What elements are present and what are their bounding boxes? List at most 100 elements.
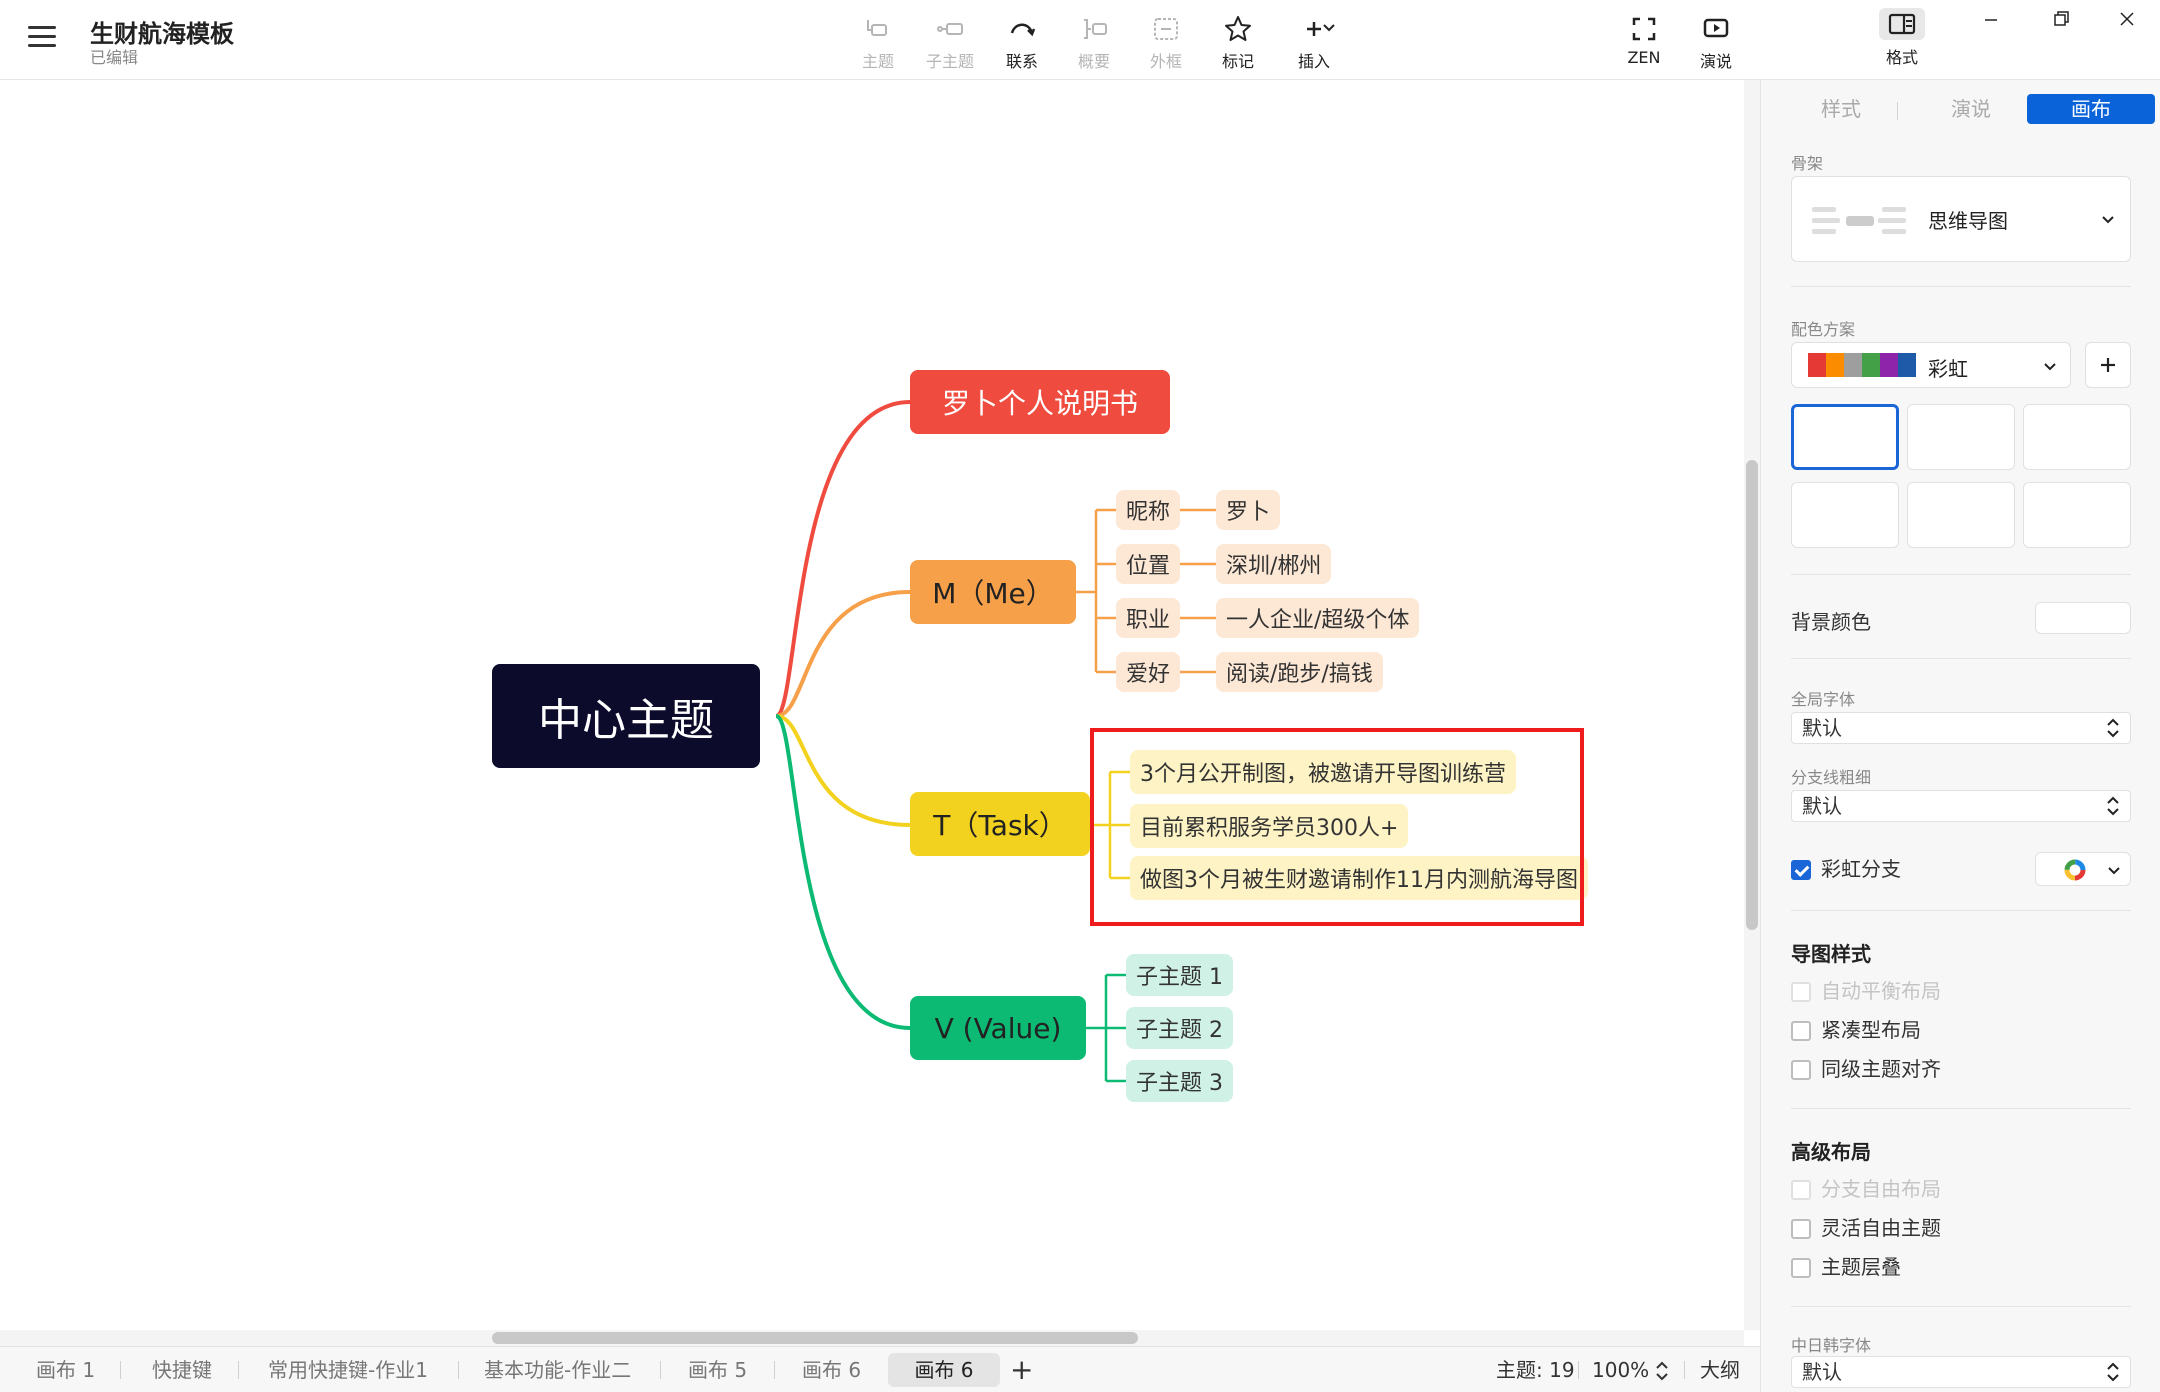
rainbow-color-select[interactable] bbox=[2035, 852, 2131, 886]
insert-button[interactable]: 插入 bbox=[1276, 10, 1352, 72]
subtopic-job-value[interactable]: 一人企业/超级个体 bbox=[1216, 598, 1420, 638]
topic-button[interactable]: 主题 bbox=[840, 10, 916, 72]
add-color-scheme-button[interactable] bbox=[2085, 342, 2131, 388]
branch-width-label: 分支线粗细 bbox=[1791, 768, 1872, 787]
subtopic-icon bbox=[937, 23, 963, 35]
zen-button[interactable]: ZEN bbox=[1606, 10, 1682, 72]
subtopic-location[interactable]: 位置 bbox=[1116, 544, 1181, 584]
sheet-tab-2[interactable]: 快捷键 bbox=[140, 1353, 224, 1387]
branch-line-red bbox=[775, 400, 911, 718]
subtopic-hobby-value[interactable]: 阅读/跑步/搞钱 bbox=[1216, 652, 1383, 692]
boundary-button[interactable]: 外框 bbox=[1128, 10, 1204, 72]
rainbow-branch-checkbox[interactable]: 彩虹分支 bbox=[1791, 856, 1901, 882]
subtopic-value-2[interactable]: 子主题 2 bbox=[1126, 1007, 1233, 1049]
branch-line-orange bbox=[775, 590, 911, 718]
relationship-button[interactable]: 联系 bbox=[984, 10, 1060, 72]
theme-thumb-2[interactable] bbox=[1907, 404, 2015, 470]
flexible-topic-checkbox[interactable]: 灵活自由主题 bbox=[1791, 1215, 1941, 1241]
theme-thumb-5[interactable] bbox=[1907, 482, 2015, 548]
tab-canvas[interactable]: 画布 bbox=[2027, 94, 2155, 124]
theme-thumb-3[interactable] bbox=[2023, 404, 2131, 470]
horizontal-scrollbar[interactable] bbox=[0, 1330, 1744, 1346]
minimize-button[interactable] bbox=[1968, 6, 2014, 34]
branch-line-green bbox=[775, 714, 911, 1030]
restore-button[interactable] bbox=[2038, 6, 2084, 34]
subtopic-nickname[interactable]: 昵称 bbox=[1116, 490, 1181, 530]
add-sheet-icon[interactable]: + bbox=[1010, 1353, 1033, 1387]
branch-topic-task[interactable]: T（Task） bbox=[910, 792, 1090, 856]
subtopic-value-3[interactable]: 子主题 3 bbox=[1126, 1060, 1233, 1102]
color-scheme-select[interactable]: 彩虹 bbox=[1791, 342, 2071, 388]
outline-toggle[interactable]: 大纲 bbox=[1700, 1353, 1740, 1387]
cjk-font-select[interactable]: 默认 bbox=[1791, 1356, 2131, 1388]
free-branch-checkbox[interactable]: 分支自由布局 bbox=[1791, 1176, 1941, 1202]
summary-icon bbox=[1084, 19, 1107, 39]
topic-overlap-checkbox[interactable]: 主题层叠 bbox=[1791, 1254, 1901, 1280]
sheet-tab-7-active[interactable]: 画布 6 bbox=[888, 1353, 1000, 1387]
vertical-scroll-thumb[interactable] bbox=[1746, 460, 1758, 930]
background-color-swatch[interactable] bbox=[2035, 602, 2131, 634]
tab-present[interactable]: 演说 bbox=[1911, 94, 2031, 124]
present-button-label: 演说 bbox=[1699, 52, 1732, 71]
subtopic-hobby[interactable]: 爱好 bbox=[1116, 652, 1181, 692]
format-panel-button[interactable]: 格式 bbox=[1866, 8, 1938, 70]
tab-style[interactable]: 样式 bbox=[1791, 94, 1891, 124]
sheet-tab-4[interactable]: 基本功能-作业二 bbox=[472, 1353, 643, 1387]
v-connector bbox=[1086, 973, 1126, 1083]
compact-layout-checkbox[interactable]: 紧凑型布局 bbox=[1791, 1017, 1921, 1043]
background-color-label: 背景颜色 bbox=[1791, 610, 1871, 634]
subtopic-value-1[interactable]: 子主题 1 bbox=[1126, 954, 1233, 996]
branch-topic-intro[interactable]: 罗卜个人说明书 bbox=[910, 370, 1170, 434]
sheet-tab-1[interactable]: 画布 1 bbox=[24, 1353, 107, 1387]
zoom-level[interactable]: 100% bbox=[1592, 1353, 1649, 1387]
present-icon bbox=[1703, 18, 1729, 38]
branch-topic-value[interactable]: V (Value) bbox=[910, 996, 1086, 1060]
chevron-down-icon bbox=[2044, 363, 2056, 371]
subtopic-button[interactable]: 子主题 bbox=[912, 10, 988, 72]
present-button[interactable]: 演说 bbox=[1678, 10, 1754, 72]
flexible-topic-label: 灵活自由主题 bbox=[1821, 1216, 1941, 1240]
fullscreen-icon bbox=[1632, 17, 1656, 41]
chevron-down-icon[interactable] bbox=[1320, 18, 1338, 36]
marker-button[interactable]: 标记 bbox=[1200, 10, 1276, 72]
subtopic-nickname-value[interactable]: 罗卜 bbox=[1216, 490, 1281, 530]
zoom-stepper-icon[interactable] bbox=[1654, 1359, 1670, 1383]
chevron-down-icon bbox=[2102, 216, 2114, 224]
checkbox-checked[interactable] bbox=[1791, 860, 1811, 880]
mindmap-canvas[interactable]: 中心主题 罗卜个人说明书 M（Me） T（Task） V (Value) 昵称 … bbox=[0, 80, 1744, 1330]
color-wheel-icon bbox=[2064, 859, 2086, 881]
sheet-tab-5[interactable]: 画布 5 bbox=[676, 1353, 759, 1387]
central-topic[interactable]: 中心主题 bbox=[492, 664, 760, 768]
panel-icon bbox=[1879, 8, 1925, 40]
rainbow-branch-label: 彩虹分支 bbox=[1821, 857, 1901, 881]
restore-icon bbox=[2054, 11, 2069, 26]
summary-button[interactable]: 概要 bbox=[1056, 10, 1132, 72]
marker-button-label: 标记 bbox=[1221, 52, 1254, 71]
align-siblings-checkbox[interactable]: 同级主题对齐 bbox=[1791, 1056, 1941, 1082]
subtopic-location-value[interactable]: 深圳/郴州 bbox=[1216, 544, 1332, 584]
theme-thumb-1[interactable] bbox=[1791, 404, 1899, 470]
theme-thumb-6[interactable] bbox=[2023, 482, 2131, 548]
sheet-tab-3[interactable]: 常用快捷键-作业1 bbox=[256, 1353, 440, 1387]
color-scheme-value: 彩虹 bbox=[1928, 357, 1968, 381]
branch-width-select[interactable]: 默认 bbox=[1791, 790, 2131, 822]
sheet-tab-bar: 画布 1 快捷键 常用快捷键-作业1 基本功能-作业二 画布 5 画布 6 画布… bbox=[0, 1346, 1760, 1392]
horizontal-scroll-thumb[interactable] bbox=[492, 1332, 1138, 1344]
skeleton-select[interactable]: 思维导图 bbox=[1791, 176, 2131, 262]
theme-thumb-4[interactable] bbox=[1791, 482, 1899, 548]
boundary-button-label: 外框 bbox=[1149, 52, 1182, 71]
sheet-tab-6[interactable]: 画布 6 bbox=[790, 1353, 873, 1387]
insert-button-label: 插入 bbox=[1297, 52, 1330, 71]
menu-icon[interactable] bbox=[28, 26, 56, 48]
global-font-select[interactable]: 默认 bbox=[1791, 712, 2131, 744]
zen-button-label: ZEN bbox=[1627, 48, 1661, 67]
chevron-down-icon bbox=[2108, 867, 2120, 875]
document-status: 已编辑 bbox=[90, 48, 139, 67]
auto-balance-checkbox[interactable]: 自动平衡布局 bbox=[1791, 978, 1941, 1004]
branch-topic-me[interactable]: M（Me） bbox=[910, 560, 1076, 624]
format-button-label: 格式 bbox=[1885, 48, 1918, 67]
close-button[interactable] bbox=[2104, 6, 2150, 34]
subtopic-job[interactable]: 职业 bbox=[1116, 598, 1181, 638]
cjk-font-label: 中日韩字体 bbox=[1791, 1336, 1872, 1355]
vertical-scrollbar[interactable] bbox=[1744, 80, 1760, 1330]
